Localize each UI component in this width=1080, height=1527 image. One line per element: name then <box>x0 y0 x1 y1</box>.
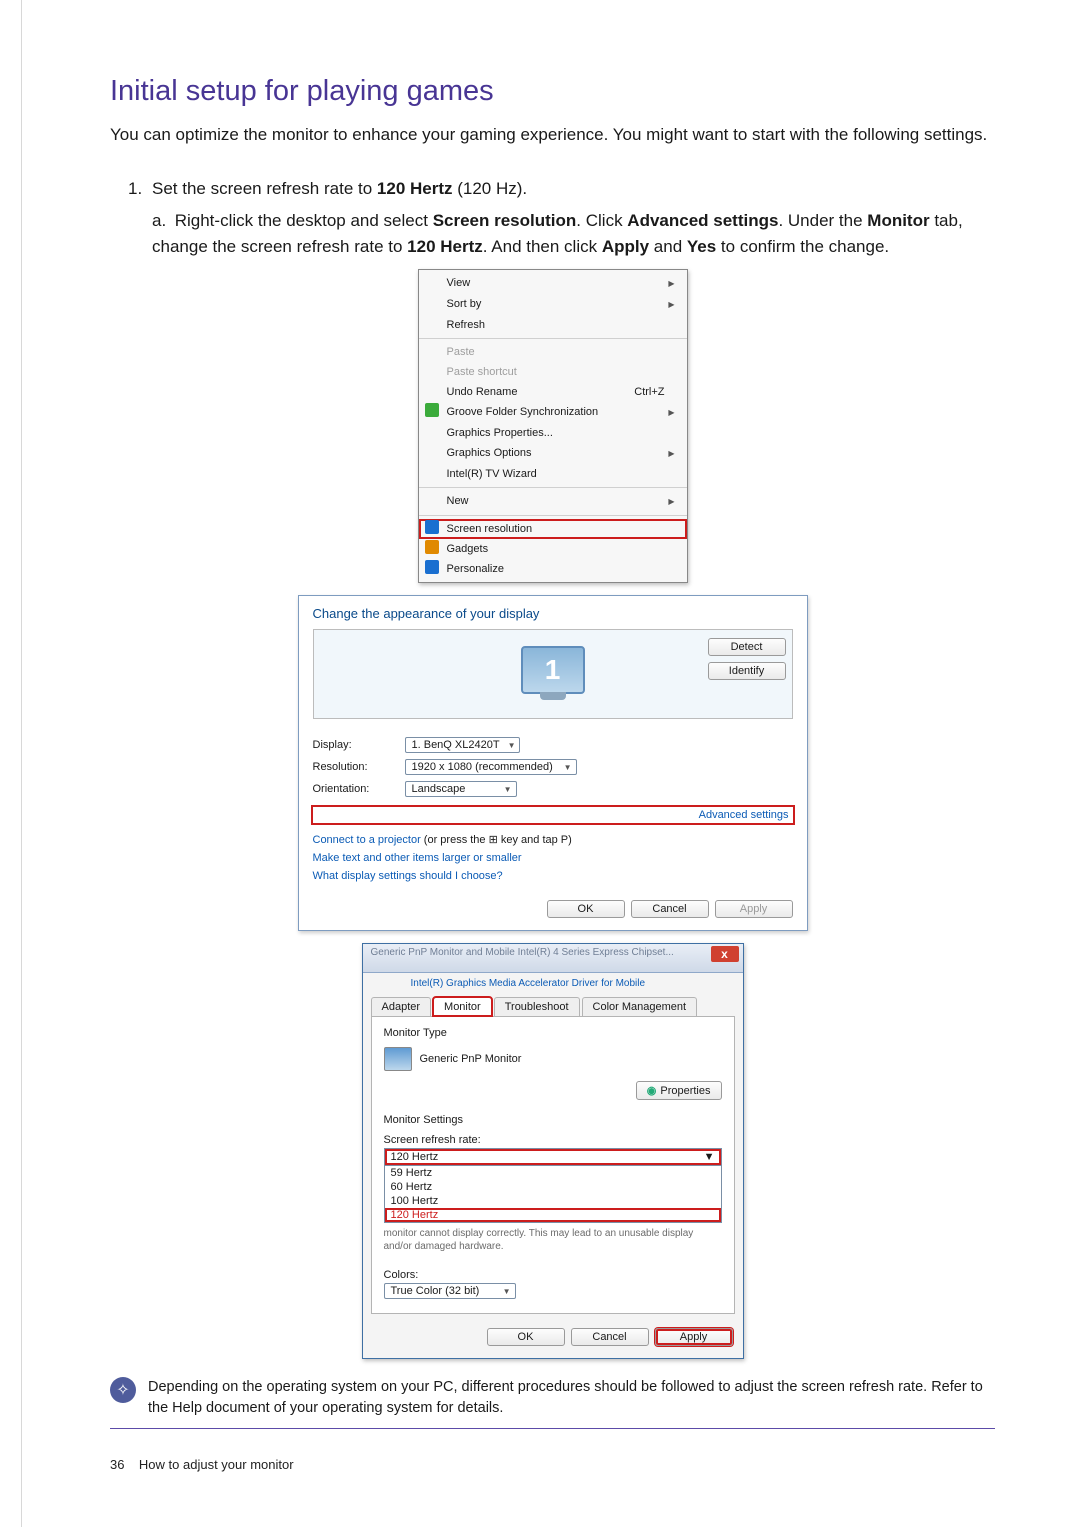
chevron-down-icon <box>495 1285 511 1297</box>
ctx-paste-shortcut: Paste shortcut <box>419 362 687 382</box>
step-text: Set the screen refresh rate to <box>152 179 377 198</box>
refresh-rate-options: 59 Hertz 60 Hertz 100 Hertz 120 Hertz <box>384 1166 722 1223</box>
monitor-name: Generic PnP Monitor <box>420 1053 522 1065</box>
monitor-properties-dialog: Generic PnP Monitor and Mobile Intel(R) … <box>362 943 744 1359</box>
text-size-link[interactable]: Make text and other items larger or smal… <box>313 852 793 864</box>
identify-button[interactable]: Identify <box>708 662 786 680</box>
step-text-post: (120 Hz). <box>453 179 528 198</box>
intro-text: You can optimize the monitor to enhance … <box>110 122 995 148</box>
step-1: 1. Set the screen refresh rate to 120 He… <box>110 176 995 202</box>
ctx-new[interactable]: New <box>419 491 687 512</box>
apply-button[interactable]: Apply <box>715 900 793 918</box>
rate-option[interactable]: 60 Hertz <box>385 1180 721 1194</box>
page-title: Initial setup for playing games <box>110 75 995 108</box>
orientation-label: Orientation: <box>313 783 393 795</box>
projector-link[interactable]: Connect to a projector <box>313 834 424 846</box>
refresh-rate-warning: monitor cannot display correctly. This m… <box>384 1227 722 1253</box>
resolution-label: Resolution: <box>313 761 393 773</box>
display-preview: 1 Detect Identify <box>313 629 793 719</box>
refresh-rate-label: Screen refresh rate: <box>384 1134 722 1146</box>
personalize-icon <box>425 560 439 574</box>
monitor-icon <box>384 1047 412 1071</box>
display-select[interactable]: 1. BenQ XL2420T <box>405 737 521 753</box>
properties-button[interactable]: ◉Properties <box>636 1081 722 1100</box>
display-label: Display: <box>313 739 393 751</box>
detect-button[interactable]: Detect <box>708 638 786 656</box>
chevron-down-icon <box>500 739 516 751</box>
ctx-undo-rename[interactable]: Undo RenameCtrl+Z <box>419 382 687 402</box>
cancel-button[interactable]: Cancel <box>571 1328 649 1346</box>
ctx-groove-sync[interactable]: Groove Folder Synchronization <box>419 402 687 423</box>
advanced-settings-link[interactable]: Advanced settings <box>313 807 793 823</box>
ctx-refresh[interactable]: Refresh <box>419 315 687 335</box>
ctx-view[interactable]: View <box>419 273 687 294</box>
chevron-down-icon <box>496 783 512 795</box>
dialog-titlebar: Generic PnP Monitor and Mobile Intel(R) … <box>363 944 743 973</box>
tab-troubleshoot[interactable]: Troubleshoot <box>494 997 580 1016</box>
which-settings-link[interactable]: What display settings should I choose? <box>313 870 793 882</box>
ctx-graphics-properties[interactable]: Graphics Properties... <box>419 423 687 443</box>
apply-button[interactable]: Apply <box>655 1328 733 1346</box>
monitor-icon <box>425 520 439 534</box>
ctx-sortby[interactable]: Sort by <box>419 294 687 315</box>
ok-button[interactable]: OK <box>487 1328 565 1346</box>
window-heading: Change the appearance of your display <box>313 606 793 621</box>
rate-option[interactable]: 59 Hertz <box>385 1166 721 1180</box>
screen-resolution-window: Change the appearance of your display 1 … <box>298 595 808 931</box>
footer-section: How to adjust your monitor <box>139 1457 294 1472</box>
monitor-type-group: Monitor Type <box>384 1027 722 1039</box>
resolution-select[interactable]: 1920 x 1080 (recommended) <box>405 759 577 775</box>
step-bold: 120 Hertz <box>377 179 453 198</box>
page-footer: 36 How to adjust your monitor <box>110 1457 995 1472</box>
tab-adapter[interactable]: Adapter <box>371 997 432 1016</box>
monitor-preview-icon: 1 <box>521 646 585 694</box>
shield-icon: ◉ <box>647 1085 657 1097</box>
desktop-context-menu: View Sort by Refresh Paste Paste shortcu… <box>418 269 688 583</box>
tab-color-management[interactable]: Color Management <box>582 997 698 1016</box>
groove-icon <box>425 403 439 417</box>
chevron-right-icon <box>668 445 678 462</box>
chevron-down-icon: ▼ <box>704 1151 715 1163</box>
ctx-gadgets[interactable]: Gadgets <box>419 539 687 559</box>
colors-select[interactable]: True Color (32 bit) <box>384 1283 516 1299</box>
rate-option[interactable]: 100 Hertz <box>385 1194 721 1208</box>
chevron-right-icon <box>668 493 678 510</box>
projector-hint: (or press the ⊞ key and tap P) <box>424 834 572 846</box>
close-icon[interactable]: x <box>711 946 739 962</box>
cancel-button[interactable]: Cancel <box>631 900 709 918</box>
chevron-right-icon <box>668 296 678 313</box>
tab-monitor[interactable]: Monitor <box>433 997 492 1016</box>
rate-option-120[interactable]: 120 Hertz <box>385 1208 721 1222</box>
monitor-settings-group: Monitor Settings <box>384 1114 722 1126</box>
tip-box: ✧ Depending on the operating system on y… <box>110 1377 995 1430</box>
ctx-paste: Paste <box>419 342 687 362</box>
chevron-down-icon <box>556 761 572 773</box>
step-1a: a. Right-click the desktop and select Sc… <box>110 208 995 261</box>
refresh-rate-select[interactable]: 120 Hertz ▼ <box>384 1148 722 1166</box>
extra-tab-link[interactable]: Intel(R) Graphics Media Accelerator Driv… <box>411 978 646 989</box>
chevron-right-icon <box>668 275 678 292</box>
lightbulb-icon: ✧ <box>110 1377 136 1403</box>
ok-button[interactable]: OK <box>547 900 625 918</box>
orientation-select[interactable]: Landscape <box>405 781 517 797</box>
ctx-screen-resolution[interactable]: Screen resolution <box>419 519 687 539</box>
tip-text: Depending on the operating system on you… <box>148 1377 995 1421</box>
substep-letter: a. <box>152 208 170 234</box>
ctx-graphics-options[interactable]: Graphics Options <box>419 443 687 464</box>
ctx-intel-tv-wizard[interactable]: Intel(R) TV Wizard <box>419 464 687 484</box>
gadgets-icon <box>425 540 439 554</box>
ctx-personalize[interactable]: Personalize <box>419 559 687 579</box>
colors-label: Colors: <box>384 1269 722 1281</box>
shortcut-key: Ctrl+Z <box>634 384 678 400</box>
chevron-right-icon <box>668 404 678 421</box>
step-number: 1. <box>128 176 152 202</box>
page-number: 36 <box>110 1457 124 1472</box>
